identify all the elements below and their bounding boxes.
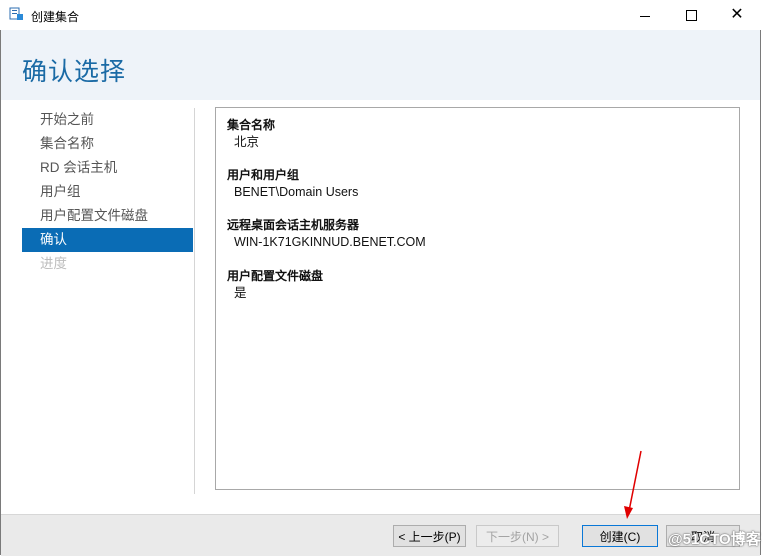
field-label: 远程桌面会话主机服务器	[227, 218, 360, 232]
field-label: 集合名称	[227, 118, 276, 132]
nav-item-before-you-begin[interactable]: 开始之前	[22, 108, 193, 132]
create-button[interactable]: 创建(C)	[582, 525, 658, 547]
field-value: 是	[234, 286, 247, 300]
nav-item-rd-session-host[interactable]: RD 会话主机	[22, 156, 193, 180]
nav-divider	[194, 108, 195, 494]
close-button[interactable]: ✕	[714, 0, 760, 30]
nav-item-collection-name[interactable]: 集合名称	[22, 132, 193, 156]
wizard-nav: 开始之前 集合名称 RD 会话主机 用户组 用户配置文件磁盘 确认 进度	[22, 108, 193, 276]
summary-user-profile-disks: 用户配置文件磁盘 是	[227, 268, 323, 302]
nav-item-confirmation[interactable]: 确认	[22, 228, 193, 252]
minimize-button[interactable]	[622, 0, 668, 30]
window-title: 创建集合	[31, 10, 80, 24]
watermark: @51CTO博客	[668, 531, 761, 548]
nav-item-progress: 进度	[40, 256, 67, 271]
field-label: 用户和用户组	[227, 168, 300, 182]
next-button: 下一步(N) >	[476, 525, 559, 547]
title-bar[interactable]: 创建集合 ✕	[0, 0, 762, 30]
previous-button[interactable]: < 上一步(P)	[393, 525, 466, 547]
field-value: WIN-1K71GKINNUD.BENET.COM	[234, 235, 426, 249]
summary-session-host-servers: 远程桌面会话主机服务器 WIN-1K71GKINNUD.BENET.COM	[227, 217, 426, 251]
confirmation-panel: 集合名称 北京 用户和用户组 BENET\Domain Users 远程桌面会话…	[215, 107, 740, 490]
field-label: 用户配置文件磁盘	[227, 269, 324, 283]
server-collection-icon	[9, 7, 23, 20]
summary-user-groups: 用户和用户组 BENET\Domain Users	[227, 167, 358, 201]
field-value: 北京	[234, 135, 260, 149]
summary-collection-name: 集合名称 北京	[227, 117, 275, 151]
field-value: BENET\Domain Users	[234, 185, 359, 199]
page-title: 确认选择	[22, 58, 127, 86]
nav-item-user-groups[interactable]: 用户组	[22, 180, 193, 204]
maximize-icon	[685, 9, 697, 21]
close-icon: ✕	[730, 6, 744, 23]
maximize-button[interactable]	[668, 0, 714, 30]
nav-item-user-profile-disks[interactable]: 用户配置文件磁盘	[22, 204, 193, 228]
minimize-icon	[640, 15, 650, 17]
